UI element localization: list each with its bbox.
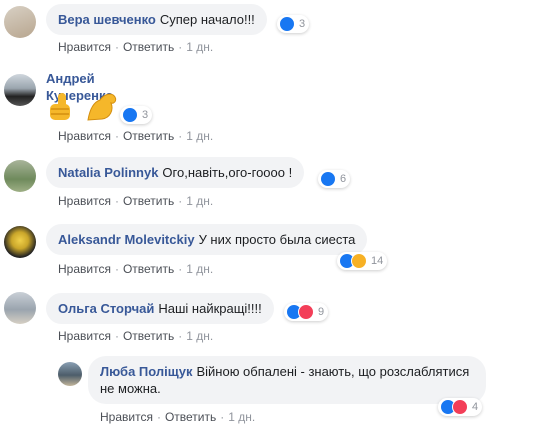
comment-text: Наші найкращі!!!!	[158, 301, 262, 316]
love-icon	[452, 399, 468, 415]
avatar[interactable]	[4, 292, 36, 324]
separator: ·	[220, 410, 225, 424]
timestamp[interactable]: 1 дн.	[186, 40, 213, 54]
separator: ·	[114, 40, 119, 54]
comment-bubble: Natalia Polinnyk Ого,навіть,ого-гоооо !	[46, 157, 305, 188]
comment-author[interactable]: Natalia Polinnyk	[58, 165, 158, 180]
separator: ·	[178, 194, 183, 208]
reaction-summary[interactable]: 6	[318, 170, 351, 188]
like-icon	[122, 107, 138, 123]
avatar[interactable]	[4, 160, 36, 192]
comment-author[interactable]: Aleksandr Molevitckiy	[58, 232, 195, 247]
comment-text: У них просто была сиеста	[198, 232, 356, 247]
comment-author[interactable]: Люба Поліщук	[100, 364, 192, 379]
comment-text: Супер начало!!!	[159, 12, 255, 27]
reply-link[interactable]: Ответить	[123, 262, 174, 276]
reaction-count: 9	[318, 306, 325, 318]
reaction-count: 4	[472, 401, 479, 413]
reply-link[interactable]: Ответить	[165, 410, 216, 424]
like-icon	[279, 16, 295, 32]
like-icon	[320, 171, 336, 187]
reaction-summary[interactable]: 3	[277, 15, 310, 33]
reaction-count: 3	[142, 109, 149, 121]
comment-bubble: Вера шевченко Супер начало!!!	[46, 4, 267, 35]
comment-actions: Нравится · Ответить · 1 дн.	[58, 329, 213, 343]
timestamp[interactable]: 1 дн.	[186, 329, 213, 343]
like-link[interactable]: Нравится	[100, 410, 153, 424]
separator: ·	[114, 194, 119, 208]
comment-bubble: Ольга Сторчай Наші найкращі!!!!	[46, 293, 274, 324]
comment-actions: Нравится · Ответить · 1 дн.	[58, 194, 213, 208]
like-link[interactable]: Нравится	[58, 40, 111, 54]
reaction-count: 3	[299, 18, 306, 30]
comment-author[interactable]: Ольга Сторчай	[58, 301, 154, 316]
comment-actions: Нравится · Ответить · 1 дн.	[58, 40, 213, 54]
reaction-summary[interactable]: 9	[284, 303, 329, 321]
comment-actions: Нравится · Ответить · 1 дн.	[58, 129, 213, 143]
timestamp[interactable]: 1 дн.	[228, 410, 255, 424]
reaction-summary[interactable]: 14	[337, 252, 388, 270]
reply-link[interactable]: Ответить	[123, 129, 174, 143]
reply-link[interactable]: Ответить	[123, 329, 174, 343]
flexed-biceps-sticker	[87, 93, 117, 121]
reply-link[interactable]: Ответить	[123, 194, 174, 208]
haha-icon	[351, 253, 367, 269]
comment-bubble: Aleksandr Molevitckiy У них просто была с…	[46, 224, 368, 255]
separator: ·	[178, 262, 183, 276]
comment-actions: Нравится · Ответить · 1 дн.	[100, 410, 255, 424]
like-link[interactable]: Нравится	[58, 129, 111, 143]
separator: ·	[178, 40, 183, 54]
reaction-count: 14	[371, 255, 384, 267]
separator: ·	[156, 410, 161, 424]
comment-bubble: Люба Поліщук Війною обпалені - знають, що…	[88, 356, 486, 404]
timestamp[interactable]: 1 дн.	[186, 194, 213, 208]
like-link[interactable]: Нравится	[58, 194, 111, 208]
love-icon	[298, 304, 314, 320]
like-link[interactable]: Нравится	[58, 329, 111, 343]
reply-link[interactable]: Ответить	[123, 40, 174, 54]
separator: ·	[114, 262, 119, 276]
separator: ·	[114, 129, 119, 143]
avatar[interactable]	[58, 362, 82, 386]
avatar[interactable]	[4, 6, 36, 38]
like-link[interactable]: Нравится	[58, 262, 111, 276]
reaction-count: 6	[340, 173, 347, 185]
separator: ·	[178, 329, 183, 343]
timestamp[interactable]: 1 дн.	[186, 129, 213, 143]
comment-text: Ого,навіть,ого-гоооо !	[162, 165, 293, 180]
reaction-summary[interactable]: 4	[438, 398, 483, 416]
comment-author[interactable]: Вера шевченко	[58, 12, 156, 27]
thumbs-up-sticker	[50, 93, 70, 120]
separator: ·	[114, 329, 119, 343]
timestamp[interactable]: 1 дн.	[186, 262, 213, 276]
reaction-summary[interactable]: 3	[120, 106, 153, 124]
avatar[interactable]	[4, 226, 36, 258]
avatar[interactable]	[4, 74, 36, 106]
separator: ·	[178, 129, 183, 143]
comment-actions: Нравится · Ответить · 1 дн.	[58, 262, 213, 276]
